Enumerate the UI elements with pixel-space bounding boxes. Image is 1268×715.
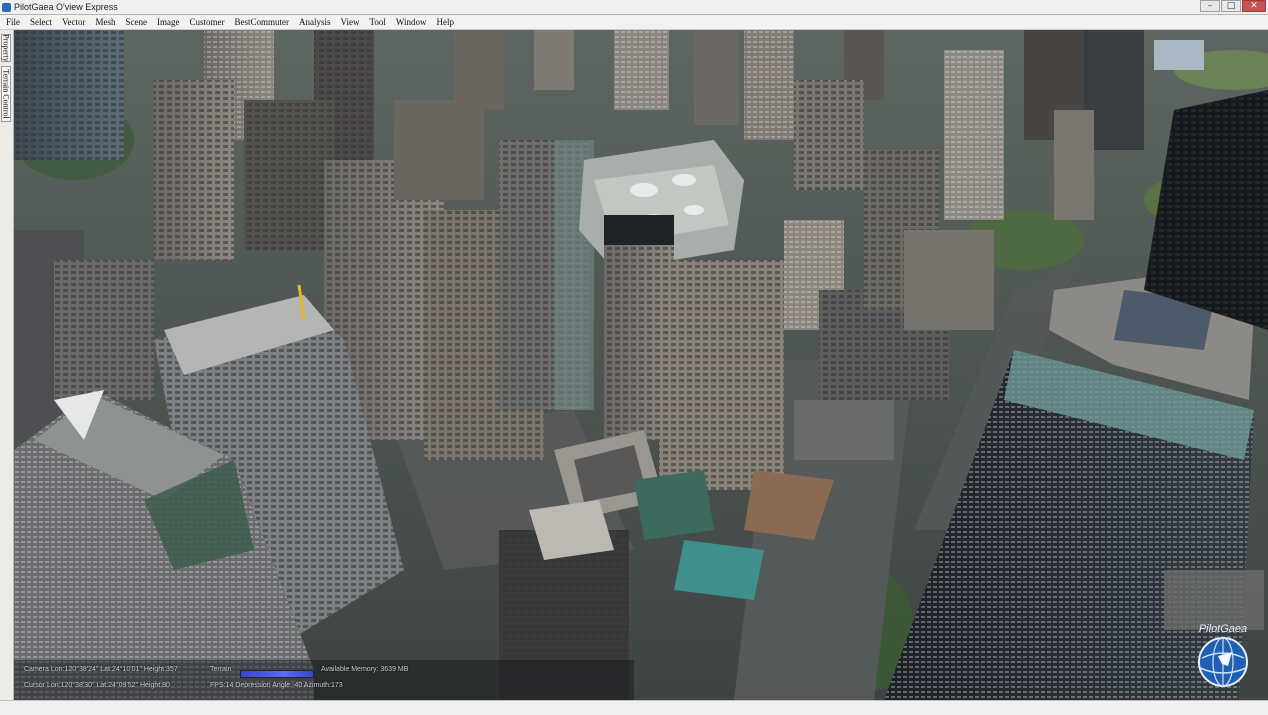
hud-cursor-info: Cursor Lon:120°38'30" Lat:24°09'52" Heig… (24, 682, 170, 689)
title-bar: PilotGaea O'view Express – □ ✕ (0, 0, 1268, 15)
3d-map-viewport[interactable]: Camera Lon:120°38'24" Lat:24°10'01" Heig… (14, 30, 1268, 700)
tab-property-label: Property (1, 34, 11, 62)
app-globe-icon (2, 2, 11, 12)
menu-tool[interactable]: Tool (364, 15, 390, 29)
menu-bar: File Select Vector Mesh Scene Image Cust… (0, 15, 1268, 30)
logo-text: PilotGaea (1199, 623, 1247, 635)
menu-help[interactable]: Help (432, 15, 460, 29)
menu-mesh[interactable]: Mesh (91, 15, 121, 29)
city-scene (14, 30, 1268, 700)
menu-select[interactable]: Select (25, 15, 57, 29)
menu-file[interactable]: File (0, 15, 25, 29)
menu-bestcommuter[interactable]: BestCommuter (230, 15, 295, 29)
window-controls: – □ ✕ (1199, 0, 1266, 13)
hud-camera-info: Camera Lon:120°38'24" Lat:24°10'01" Heig… (24, 666, 178, 673)
menu-scene[interactable]: Scene (121, 15, 153, 29)
close-button[interactable]: ✕ (1242, 0, 1266, 12)
hud-fps-angles: FPS:14 Depression Angle:-40 Azimuth:173 (210, 682, 343, 689)
hud-available-memory: Available Memory: 3639 MB (321, 666, 409, 673)
pilotgaea-logo-icon: PilotGaea (1198, 623, 1248, 687)
menu-window[interactable]: Window (391, 15, 432, 29)
side-tab-strip: Property Terrain Control (0, 30, 14, 700)
menu-image[interactable]: Image (152, 15, 185, 29)
status-bar (0, 700, 1268, 715)
terrain-loading-bar (240, 670, 314, 678)
menu-vector[interactable]: Vector (57, 15, 91, 29)
tab-property[interactable]: Property (1, 34, 11, 62)
tab-terrain-control[interactable]: Terrain Control (1, 66, 11, 122)
menu-analysis[interactable]: Analysis (294, 15, 336, 29)
menu-view[interactable]: View (336, 15, 365, 29)
maximize-button[interactable]: □ (1221, 0, 1241, 12)
window-title: PilotGaea O'view Express (14, 2, 118, 12)
tab-terrain-control-label: Terrain Control (1, 69, 11, 119)
menu-customer[interactable]: Customer (185, 15, 230, 29)
hud-terrain-label: Terrain (210, 666, 232, 673)
minimize-button[interactable]: – (1200, 0, 1220, 12)
